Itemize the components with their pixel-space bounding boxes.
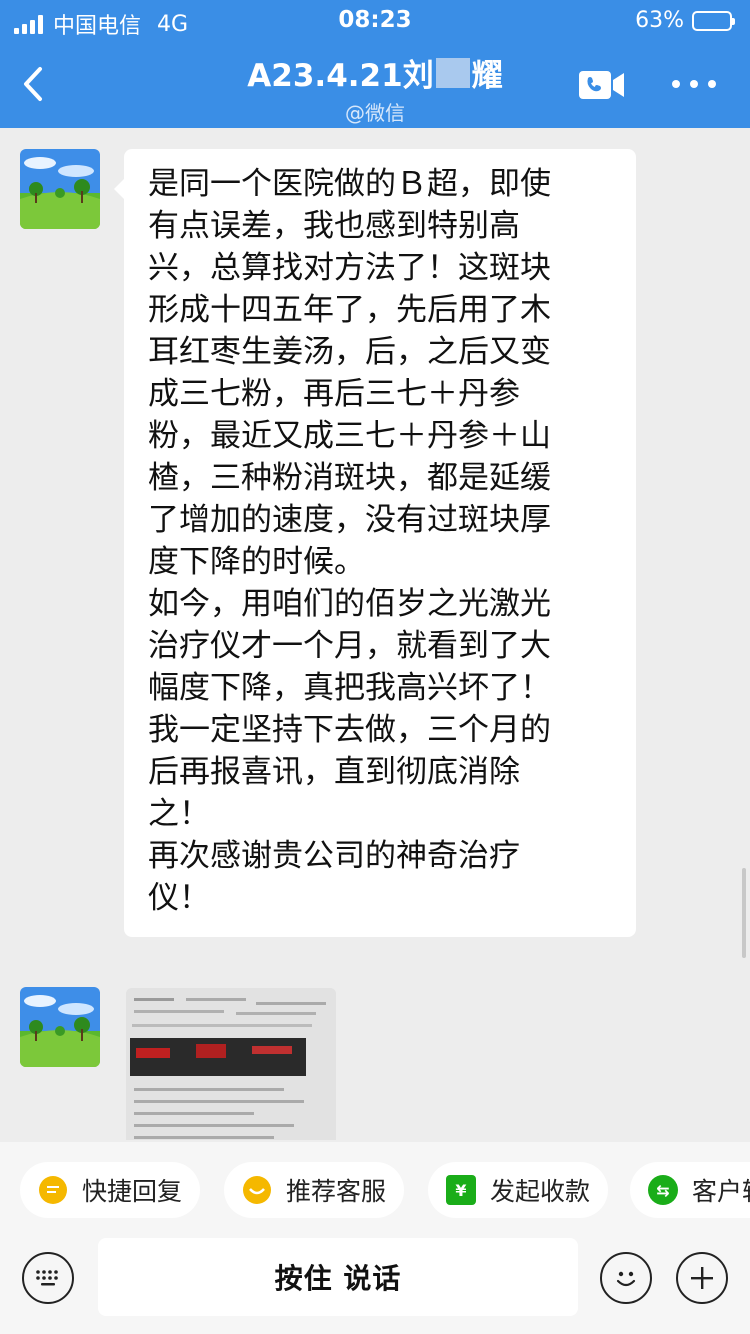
status-right: 63% [635, 8, 735, 33]
title-suffix: 耀 [471, 58, 503, 94]
title-block: A23.4.21刘 耀 @微信 [0, 50, 750, 126]
message-line: 有点误差，我也感到特别高 [148, 208, 520, 244]
message-line: 形成十四五年了，先后用了木 [148, 292, 551, 328]
message-line: 粉，最近又成三七＋丹参＋山 [148, 418, 551, 454]
emoji-icon [616, 1271, 636, 1287]
quick-reply-label: 发起收款 [490, 1177, 591, 1206]
emoji-button[interactable] [600, 1252, 652, 1304]
keyboard-button[interactable] [22, 1252, 74, 1304]
message-text: 是同一个医院做的Ｂ超，即使 有点误差，我也感到特别高 兴，总算找对方法了！这斑块 形成… [148, 163, 618, 919]
status-bar: 中国电信 4G 08:23 63% [0, 0, 750, 42]
message-line: 仪！ [148, 880, 210, 916]
battery-icon [692, 10, 735, 31]
message-line: 我一定坚持下去做，三个月的 [148, 712, 551, 748]
message-line: 如今，用咱们的佰岁之光激光 [148, 586, 551, 622]
quick-reply-chip-2[interactable]: ¥ 发起收款 [428, 1162, 609, 1218]
message-line: 治疗仪才一个月，就看到了大 [148, 628, 551, 664]
nav-bar: A23.4.21刘 耀 @微信 [0, 42, 750, 128]
page-subtitle: @微信 [345, 101, 405, 125]
chat-area[interactable]: 是同一个医院做的Ｂ超，即使 有点误差，我也感到特别高 兴，总算找对方法了！这斑块 形成… [0, 128, 750, 1140]
message-line: 耳红枣生姜汤，后，之后又变 [148, 334, 551, 370]
quick-reply-chip-1[interactable]: 推荐客服 [224, 1162, 405, 1218]
battery-percent: 63% [635, 8, 684, 33]
quick-reply-bar: 快捷回复 推荐客服 ¥ 发起收款 ⇆ 客户转 [0, 1142, 750, 1232]
message-line: 幅度下降，真把我高兴坏了！ [148, 670, 551, 706]
video-call-icon [579, 71, 624, 99]
quick-reply-label: 推荐客服 [286, 1177, 387, 1206]
quick-reply-icon [38, 1175, 68, 1205]
message-line: 后再报喜讯，直到彻底消除 [148, 754, 520, 790]
more-dot [708, 80, 716, 88]
transfer-icon: ⇆ [648, 1175, 678, 1205]
chat-scrollbar[interactable] [742, 868, 746, 958]
avatar[interactable] [20, 149, 100, 229]
recommend-agent-icon [242, 1175, 272, 1205]
input-bar: 按住 说话 [0, 1232, 750, 1334]
quick-reply-chip-0[interactable]: 快捷回复 [20, 1162, 201, 1218]
yuan-payment-icon: ¥ [446, 1175, 476, 1205]
chat-header: 中国电信 4G 08:23 63% A23.4.21刘 耀 @微信 [0, 0, 750, 128]
quick-reply-label: 快捷回复 [82, 1177, 183, 1206]
image-message[interactable] [126, 988, 336, 1140]
landscape-avatar-icon [20, 987, 100, 1067]
message-line: 了增加的速度，没有过斑块厚 [148, 502, 551, 538]
message-line: 楂，三种粉消斑块，都是延缓 [148, 460, 551, 496]
page-title: A23.4.21刘 耀 [247, 50, 503, 95]
plus-icon [691, 1267, 713, 1289]
quick-reply-label: 客户转 [692, 1177, 750, 1206]
plus-button[interactable] [676, 1252, 728, 1304]
more-dot [672, 80, 680, 88]
avatar[interactable] [20, 987, 100, 1067]
message-line: 再次感谢贵公司的神奇治疗 [148, 838, 520, 874]
name-mask [435, 57, 470, 88]
ultrasound-report-image [126, 988, 336, 1140]
keyboard-icon [36, 1270, 58, 1286]
hold-to-talk-button[interactable]: 按住 说话 [98, 1238, 578, 1316]
title-prefix: A23.4.21刘 [247, 58, 434, 94]
message-line: 度下降的时候。 [148, 544, 365, 580]
message-bubble[interactable]: 是同一个医院做的Ｂ超，即使 有点误差，我也感到特别高 兴，总算找对方法了！这斑块 形成… [114, 149, 636, 937]
message-line: 兴，总算找对方法了！这斑块 [148, 250, 551, 286]
more-button[interactable] [672, 72, 716, 96]
message-line: 是同一个医院做的Ｂ超，即使 [148, 166, 551, 202]
message-line: 成三七粉，再后三七＋丹参 [148, 376, 520, 412]
video-call-button[interactable] [578, 68, 626, 102]
quick-reply-chip-3[interactable]: ⇆ 客户转 [630, 1162, 750, 1218]
landscape-avatar-icon [20, 149, 100, 229]
message-line: 之！ [148, 796, 210, 832]
more-dot [690, 80, 698, 88]
